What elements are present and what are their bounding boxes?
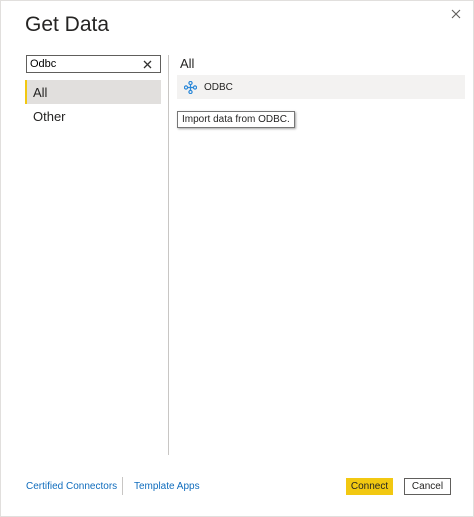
results-section-title: All bbox=[180, 56, 195, 71]
search-input[interactable] bbox=[27, 56, 139, 72]
connector-tooltip: Import data from ODBC. bbox=[177, 111, 295, 128]
clear-search-button[interactable] bbox=[139, 56, 155, 72]
dialog-title: Get Data bbox=[25, 13, 110, 36]
search-box bbox=[26, 55, 161, 73]
category-all[interactable]: All bbox=[25, 80, 161, 104]
close-button[interactable] bbox=[447, 5, 465, 23]
cancel-button[interactable]: Cancel bbox=[404, 478, 451, 495]
get-data-dialog: Get Data All Other All bbox=[0, 0, 474, 517]
template-apps-link[interactable]: Template Apps bbox=[134, 481, 200, 492]
category-label: All bbox=[33, 84, 48, 100]
category-label: Other bbox=[33, 108, 66, 124]
certified-connectors-link[interactable]: Certified Connectors bbox=[26, 481, 117, 492]
connector-item-odbc[interactable]: ODBC bbox=[177, 75, 465, 99]
pane-divider bbox=[168, 55, 169, 455]
category-list: All Other bbox=[25, 80, 161, 128]
category-other[interactable]: Other bbox=[25, 104, 161, 128]
odbc-icon bbox=[183, 80, 197, 94]
close-icon bbox=[451, 9, 461, 19]
connect-button[interactable]: Connect bbox=[346, 478, 393, 495]
footer-link-divider bbox=[122, 477, 123, 495]
clear-icon bbox=[143, 60, 151, 68]
connector-label: ODBC bbox=[204, 81, 233, 93]
